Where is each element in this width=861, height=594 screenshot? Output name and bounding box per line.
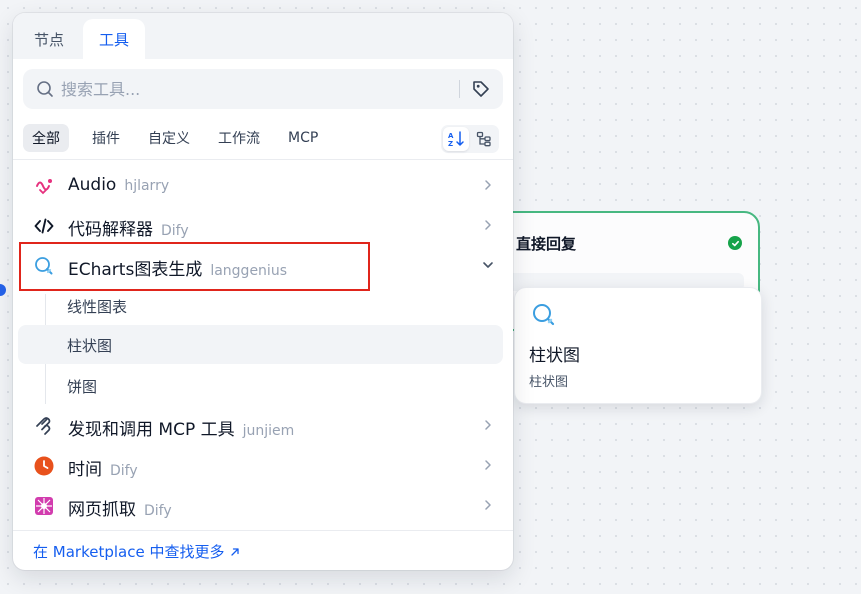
marketplace-link-label: 在 Marketplace 中查找更多 bbox=[33, 543, 225, 561]
audio-icon bbox=[36, 179, 52, 195]
tool-name: 时间 bbox=[68, 460, 102, 480]
tool-author: Dify bbox=[161, 223, 189, 239]
external-link-icon bbox=[231, 547, 240, 556]
code-icon bbox=[34, 218, 54, 234]
tool-item-code-interpreter[interactable]: 代码解释器 Dify bbox=[19, 206, 507, 244]
tool-name: 代码解释器 bbox=[68, 220, 153, 240]
chevron-right-icon bbox=[485, 500, 491, 510]
tool-author: Dify bbox=[144, 503, 172, 519]
tool-name: 网页抓取 bbox=[68, 500, 136, 520]
chevron-right-icon bbox=[485, 420, 491, 430]
tool-author: hjlarry bbox=[124, 178, 170, 194]
tool-item-mcp[interactable]: 发现和调用 MCP 工具 junjiem bbox=[19, 406, 507, 444]
svg-text:Z: Z bbox=[448, 140, 453, 148]
tool-name: ECharts图表生成 bbox=[68, 260, 203, 280]
sub-tool-line-chart[interactable]: 线性图表 bbox=[18, 286, 503, 325]
sub-tool-bar-chart[interactable]: 柱状图 bbox=[18, 325, 503, 364]
tab-tools[interactable]: 工具 bbox=[83, 19, 145, 59]
filter-workflow[interactable]: 工作流 bbox=[209, 124, 269, 152]
preview-title: 柱状图 bbox=[529, 346, 580, 366]
node-title: 直接回复 bbox=[516, 235, 577, 253]
tool-name: 发现和调用 MCP 工具 bbox=[68, 420, 235, 440]
webscraper-icon bbox=[35, 497, 53, 515]
sub-tool-label: 线性图表 bbox=[67, 298, 128, 316]
tool-author: junjiem bbox=[242, 423, 295, 439]
sub-tool-pie-chart[interactable]: 饼图 bbox=[18, 366, 503, 405]
connection-handle[interactable] bbox=[0, 284, 6, 296]
tool-author: langgenius bbox=[210, 263, 287, 279]
search-input[interactable] bbox=[61, 75, 441, 103]
filter-row: 全部 插件 自定义 工作流 MCP A Z bbox=[23, 124, 503, 154]
clock-icon bbox=[34, 456, 54, 476]
chevron-down-icon bbox=[483, 262, 493, 268]
tool-item-time[interactable]: 时间 Dify bbox=[19, 446, 507, 484]
tree-view-icon[interactable] bbox=[471, 127, 497, 151]
tab-nodes[interactable]: 节点 bbox=[19, 19, 79, 59]
filter-plugins[interactable]: 插件 bbox=[83, 124, 129, 152]
mcp-icon bbox=[36, 417, 51, 435]
echarts-icon bbox=[35, 257, 53, 275]
tool-picker-panel: 节点 工具 全部 插件 自定义 工作流 MCP A Z bbox=[13, 13, 513, 570]
search-icon bbox=[37, 81, 53, 97]
view-toggle: A Z bbox=[441, 125, 499, 153]
search-box bbox=[23, 69, 503, 109]
tool-item-audio[interactable]: Audio hjlarry bbox=[19, 166, 507, 204]
footer-divider bbox=[13, 530, 513, 531]
tool-name: Audio bbox=[68, 175, 117, 195]
marketplace-link[interactable]: 在 Marketplace 中查找更多 bbox=[33, 541, 240, 562]
search-divider bbox=[459, 80, 460, 98]
echarts-icon bbox=[531, 302, 557, 328]
sub-tool-label: 柱状图 bbox=[67, 337, 113, 355]
chevron-right-icon bbox=[485, 180, 491, 190]
filter-mcp[interactable]: MCP bbox=[279, 124, 327, 152]
chevron-right-icon bbox=[485, 460, 491, 470]
preview-description: 柱状图 bbox=[529, 375, 569, 390]
tool-item-web-scraper[interactable]: 网页抓取 Dify bbox=[19, 486, 507, 524]
check-circle-icon bbox=[728, 236, 742, 250]
sub-tool-label: 饼图 bbox=[67, 378, 98, 396]
filter-custom[interactable]: 自定义 bbox=[139, 124, 199, 152]
tool-author: Dify bbox=[110, 463, 138, 479]
tabs-header: 节点 工具 bbox=[13, 13, 513, 59]
chevron-right-icon bbox=[485, 220, 491, 230]
sort-az-icon[interactable]: A Z bbox=[443, 127, 469, 151]
divider bbox=[13, 159, 513, 160]
tag-icon[interactable] bbox=[471, 79, 491, 99]
svg-text:A: A bbox=[448, 132, 454, 140]
tool-preview-card: 柱状图 柱状图 bbox=[514, 287, 762, 404]
filter-all[interactable]: 全部 bbox=[23, 124, 69, 152]
tool-item-echarts[interactable]: ECharts图表生成 langgenius bbox=[19, 246, 507, 284]
